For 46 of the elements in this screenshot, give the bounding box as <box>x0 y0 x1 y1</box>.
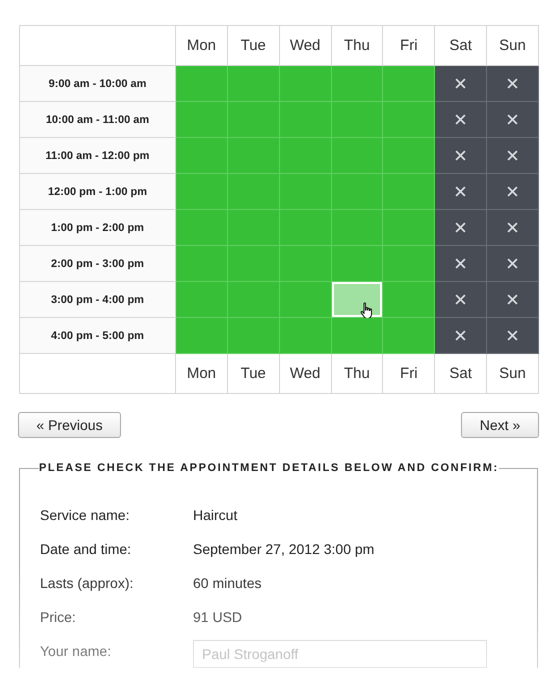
x-icon <box>507 258 518 269</box>
x-icon <box>507 78 518 89</box>
time-label: 4:00 pm - 5:00 pm <box>20 318 176 354</box>
x-icon <box>507 186 518 197</box>
detail-value: September 27, 2012 3:00 pm <box>193 541 374 557</box>
day-header: Mon <box>176 354 228 394</box>
detail-label: Date and time: <box>40 541 132 557</box>
x-icon <box>455 222 466 233</box>
day-header: Tue <box>227 354 280 394</box>
x-icon <box>455 114 466 125</box>
x-icon <box>455 150 466 161</box>
next-button[interactable]: Next » <box>461 412 539 438</box>
day-header: Sat <box>434 354 487 394</box>
x-icon <box>507 150 518 161</box>
x-icon <box>455 330 466 341</box>
previous-button[interactable]: « Previous <box>18 412 121 438</box>
x-icon <box>455 78 466 89</box>
time-label: 10:00 am - 11:00 am <box>20 102 176 138</box>
x-icon <box>507 114 518 125</box>
x-icon <box>455 258 466 269</box>
time-label: 12:00 pm - 1:00 pm <box>20 174 176 210</box>
hand-cursor-icon <box>360 302 374 320</box>
day-header: Fri <box>382 354 435 394</box>
x-icon <box>507 330 518 341</box>
day-header: Thu <box>331 354 383 394</box>
time-label: 11:00 am - 12:00 pm <box>20 138 176 174</box>
time-label: 1:00 pm - 2:00 pm <box>20 210 176 246</box>
detail-label: Price: <box>40 609 77 625</box>
detail-value: Haircut <box>193 507 238 523</box>
day-header: Wed <box>279 354 332 394</box>
time-label: 2:00 pm - 3:00 pm <box>20 246 176 282</box>
detail-value: 60 minutes <box>193 575 262 591</box>
x-icon <box>455 294 466 305</box>
detail-label: Lasts (approx): <box>40 575 134 591</box>
detail-value: 91 USD <box>193 609 242 625</box>
x-icon <box>507 222 518 233</box>
x-icon <box>455 186 466 197</box>
x-icon <box>507 294 518 305</box>
time-label: 9:00 am - 10:00 am <box>20 66 176 102</box>
day-header: Sun <box>486 354 538 394</box>
name-field[interactable]: Paul Stroganoff <box>193 640 487 668</box>
available-slot[interactable] <box>331 282 383 318</box>
section-heading: PLEASE CHECK THE APPOINTMENT DETAILS BELOW AND CONFIRM: <box>39 462 499 474</box>
detail-label: Your name: <box>40 643 112 659</box>
time-label: 3:00 pm - 4:00 pm <box>20 282 176 318</box>
detail-label: Service name: <box>40 507 130 523</box>
